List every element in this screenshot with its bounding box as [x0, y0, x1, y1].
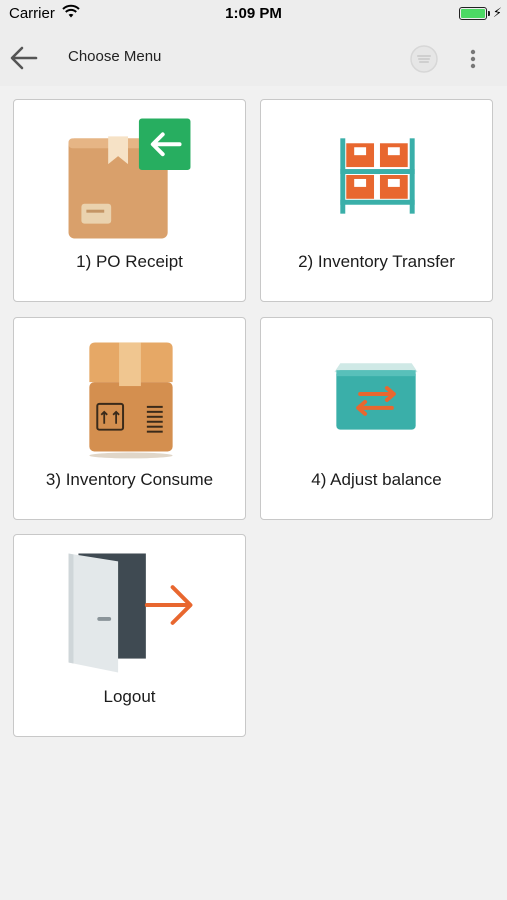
battery-tip: [488, 11, 490, 16]
more-vert-icon[interactable]: [462, 44, 484, 74]
cardboard-box-icon: [89, 342, 173, 459]
menu-tile-inventory-transfer[interactable]: 2) Inventory Transfer: [260, 99, 493, 302]
menu-tile-label: 2) Inventory Transfer: [298, 252, 455, 271]
toolbar: Choose Menu: [0, 28, 507, 86]
po-receipt-box-icon: [68, 118, 191, 239]
logout-door-icon: [68, 553, 193, 673]
menu-tile-label: 4) Adjust balance: [311, 470, 442, 489]
menu-tile-label: Logout: [103, 687, 156, 706]
menu-tile-label: 3) Inventory Consume: [45, 470, 214, 489]
page-title: Choose Menu: [68, 48, 162, 65]
charging-icon: ⚡: [492, 5, 502, 20]
filter-icon[interactable]: [409, 44, 439, 74]
adjust-balance-icon: [334, 363, 418, 430]
menu-tile-label: 1) PO Receipt: [76, 252, 183, 271]
inventory-shelf-icon: [340, 138, 415, 214]
menu-tile-adjust-balance[interactable]: 4) Adjust balance: [260, 317, 493, 520]
menu-tile-inventory-consume[interactable]: 3) Inventory Consume: [13, 317, 246, 520]
back-arrow-icon[interactable]: [8, 42, 40, 74]
status-bar: Carrier 1:09 PM ⚡: [0, 0, 507, 28]
clock: 1:09 PM: [225, 5, 282, 22]
battery-icon: [459, 7, 487, 20]
menu-tile-logout[interactable]: Logout: [13, 534, 246, 737]
menu-tile-po-receipt[interactable]: 1) PO Receipt: [13, 99, 246, 302]
